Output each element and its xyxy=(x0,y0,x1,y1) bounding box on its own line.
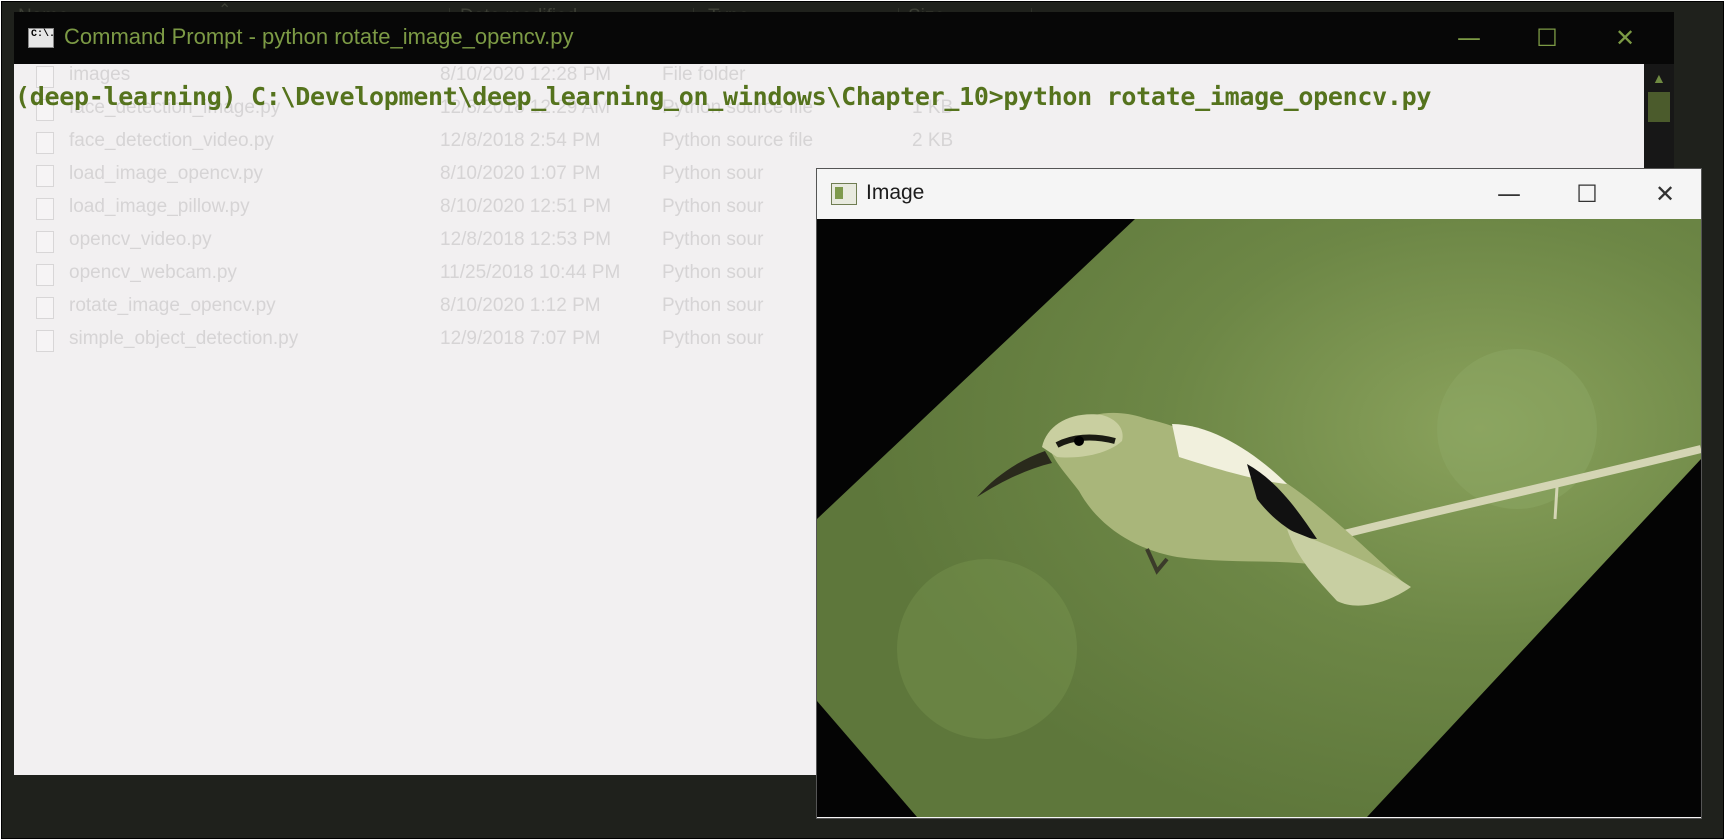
file-icon xyxy=(36,231,54,253)
file-size: 2 KB xyxy=(912,130,954,151)
file-type: Python sour xyxy=(662,328,764,349)
file-name: load_image_pillow.py xyxy=(69,196,250,217)
cmd-app-icon: C:\. xyxy=(28,28,56,48)
image-title-bar[interactable]: Image — ☐ ✕ xyxy=(817,169,1701,219)
file-type: Python sour xyxy=(662,262,764,283)
file-icon xyxy=(36,330,54,352)
image-window-title: Image xyxy=(866,181,925,204)
file-date: 8/10/2020 12:51 PM xyxy=(440,196,612,217)
bokeh-blob xyxy=(897,559,1077,739)
file-type: Python sour xyxy=(662,196,764,217)
cmd-title-bar[interactable]: C:\. Command Prompt - python rotate_imag… xyxy=(14,12,1674,64)
image-minimize-button[interactable]: — xyxy=(1484,178,1534,210)
file-type: Python sour xyxy=(662,229,764,250)
image-app-icon xyxy=(831,183,857,205)
cmd-maximize-button[interactable]: ☐ xyxy=(1524,22,1570,54)
file-name: load_image_opencv.py xyxy=(69,163,264,184)
file-icon xyxy=(36,264,54,286)
rotated-image-canvas xyxy=(817,219,1701,817)
cmd-command-line: (deep-learning) C:\Development\deep_lear… xyxy=(15,82,1432,111)
file-icon xyxy=(36,165,54,187)
bokeh-blob xyxy=(1437,349,1597,509)
scrollbar-thumb[interactable] xyxy=(1648,92,1670,122)
file-date: 12/8/2018 12:53 PM xyxy=(440,229,612,250)
cmd-window-title: Command Prompt - python rotate_image_ope… xyxy=(64,24,574,49)
image-window[interactable]: Image — ☐ ✕ xyxy=(816,168,1702,819)
scroll-up-arrow-icon[interactable]: ▲ xyxy=(1652,70,1666,86)
cmd-minimize-button[interactable]: — xyxy=(1446,22,1492,54)
file-date: 11/25/2018 10:44 PM xyxy=(440,262,621,283)
file-type: Python sour xyxy=(662,295,764,316)
image-close-button[interactable]: ✕ xyxy=(1640,178,1690,210)
file-name: face_detection_video.py xyxy=(69,130,274,151)
file-icon xyxy=(36,132,54,154)
bird-eye xyxy=(1074,436,1084,446)
screenshot-frame: Name ⌃ Date modified Type Size C:\. Comm… xyxy=(0,0,1725,839)
file-type: Python source file xyxy=(662,130,814,151)
file-name: opencv_video.py xyxy=(69,229,212,250)
file-type: Python sour xyxy=(662,163,764,184)
file-date: 8/10/2020 1:07 PM xyxy=(440,163,601,184)
file-name: rotate_image_opencv.py xyxy=(69,295,276,316)
file-name: opencv_webcam.py xyxy=(69,262,237,283)
rotated-bird-image xyxy=(817,219,1701,817)
file-icon xyxy=(36,297,54,319)
cmd-close-button[interactable]: ✕ xyxy=(1602,22,1648,54)
file-date: 8/10/2020 1:12 PM xyxy=(440,295,601,316)
twig xyxy=(1553,486,1559,520)
file-date: 12/9/2018 7:07 PM xyxy=(440,328,601,349)
file-icon xyxy=(36,198,54,220)
image-maximize-button[interactable]: ☐ xyxy=(1562,178,1612,210)
file-date: 12/8/2018 2:54 PM xyxy=(440,130,601,151)
file-name: simple_object_detection.py xyxy=(69,328,299,349)
cmd-app-icon-label: C:\. xyxy=(31,29,56,40)
